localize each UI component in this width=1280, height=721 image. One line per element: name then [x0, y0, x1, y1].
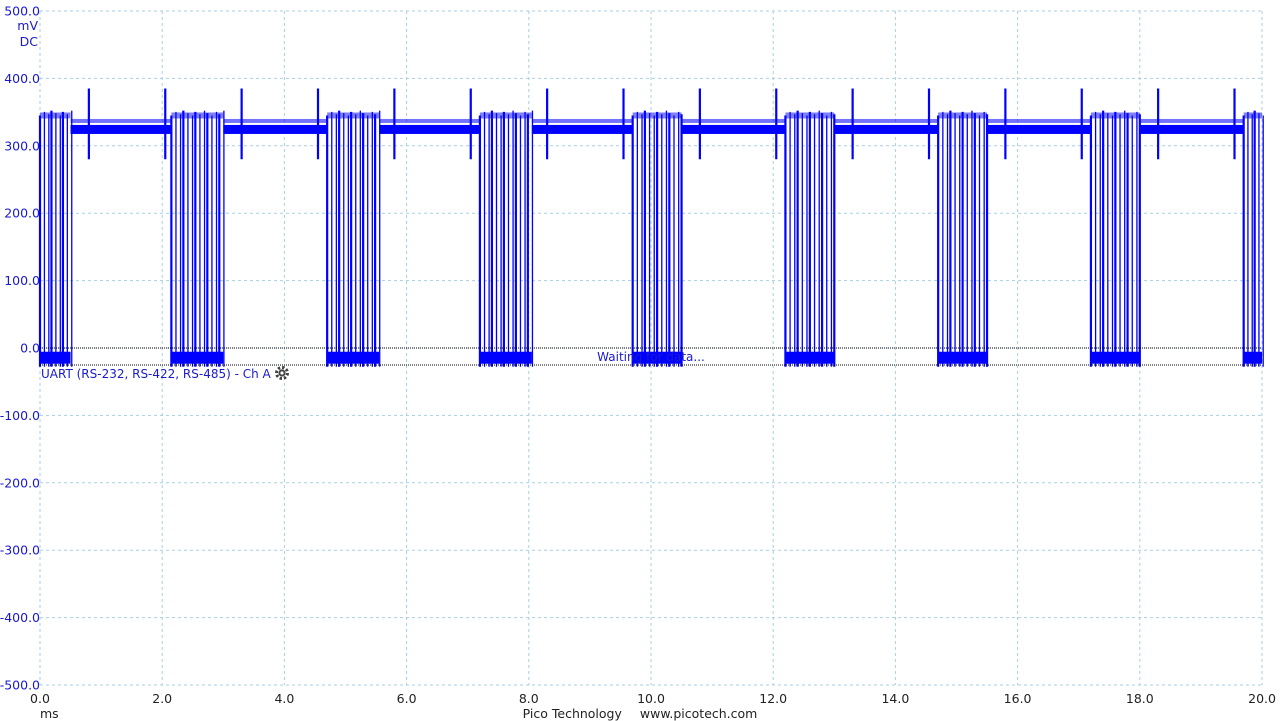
x-tick-label: 14.0 — [881, 691, 909, 706]
x-tick-label: 12.0 — [759, 691, 787, 706]
waveform-trace — [38, 88, 1264, 367]
y-tick-label: 400.0 — [4, 71, 40, 86]
idle-level-band — [681, 124, 786, 134]
y-tick-label: -200.0 — [0, 475, 40, 490]
x-tick-label: 6.0 — [397, 691, 417, 706]
burst-high-band — [327, 112, 380, 119]
idle-noise-band — [834, 118, 939, 123]
idle-level-band — [1139, 124, 1244, 134]
y-tick-label: -300.0 — [0, 543, 40, 558]
footer-brand: Pico Technology — [522, 706, 622, 721]
decoder-settings-gear-icon[interactable] — [275, 366, 289, 380]
x-tick-label: 16.0 — [1004, 691, 1032, 706]
x-tick-label: 2.0 — [152, 691, 172, 706]
y-tick-label: -100.0 — [0, 408, 40, 423]
x-tick-label: 8.0 — [519, 691, 539, 706]
idle-noise-band — [223, 118, 328, 123]
x-tick-label: 18.0 — [1126, 691, 1154, 706]
y-coupling-label: DC — [20, 34, 39, 49]
decoder-label: UART (RS-232, RS-422, RS-485) - Ch A — [41, 367, 272, 381]
x-tick-label: 0.0 — [30, 691, 50, 706]
y-tick-label: 0.0 — [20, 341, 40, 356]
footer-url[interactable]: www.picotech.com — [640, 706, 757, 721]
idle-level-band — [223, 124, 328, 134]
burst-low-band — [327, 351, 380, 364]
idle-level-band — [987, 124, 1091, 134]
idle-noise-band — [987, 118, 1091, 123]
footer-credits: Pico Technology www.picotech.com — [0, 706, 1280, 721]
burst-high-band — [171, 112, 224, 119]
oscilloscope-view: Waiting for data... UART (RS-232, RS-422… — [0, 4, 1276, 721]
y-tick-label: 100.0 — [4, 273, 40, 288]
y-tick-label: -400.0 — [0, 610, 40, 625]
y-axis-labels: 500.0 400.0 300.0 200.0 100.0 0.0 -100.0 -200.0… — [0, 4, 40, 693]
idle-noise-band — [70, 118, 172, 123]
idle-noise-band — [1139, 118, 1244, 123]
y-tick-label: 300.0 — [4, 138, 40, 153]
decoder-status: Waiting for data... — [597, 350, 705, 364]
idle-level-band — [70, 124, 172, 134]
y-unit-label: mV — [17, 18, 38, 33]
x-axis-labels: 0.0 2.0 4.0 6.0 8.0 10.0 12.0 14.0 16.0 18.0 20.0 — [30, 691, 1276, 706]
x-tick-label: 20.0 — [1248, 691, 1276, 706]
idle-level-band — [834, 124, 939, 134]
burst-low-band — [479, 351, 532, 364]
burst-low-band — [171, 351, 224, 364]
x-tick-label: 4.0 — [274, 691, 294, 706]
idle-noise-band — [681, 118, 786, 123]
burst-high-band — [479, 112, 532, 119]
y-tick-label: 500.0 — [4, 4, 40, 19]
x-tick-label: 10.0 — [637, 691, 665, 706]
y-tick-label: 200.0 — [4, 206, 40, 221]
